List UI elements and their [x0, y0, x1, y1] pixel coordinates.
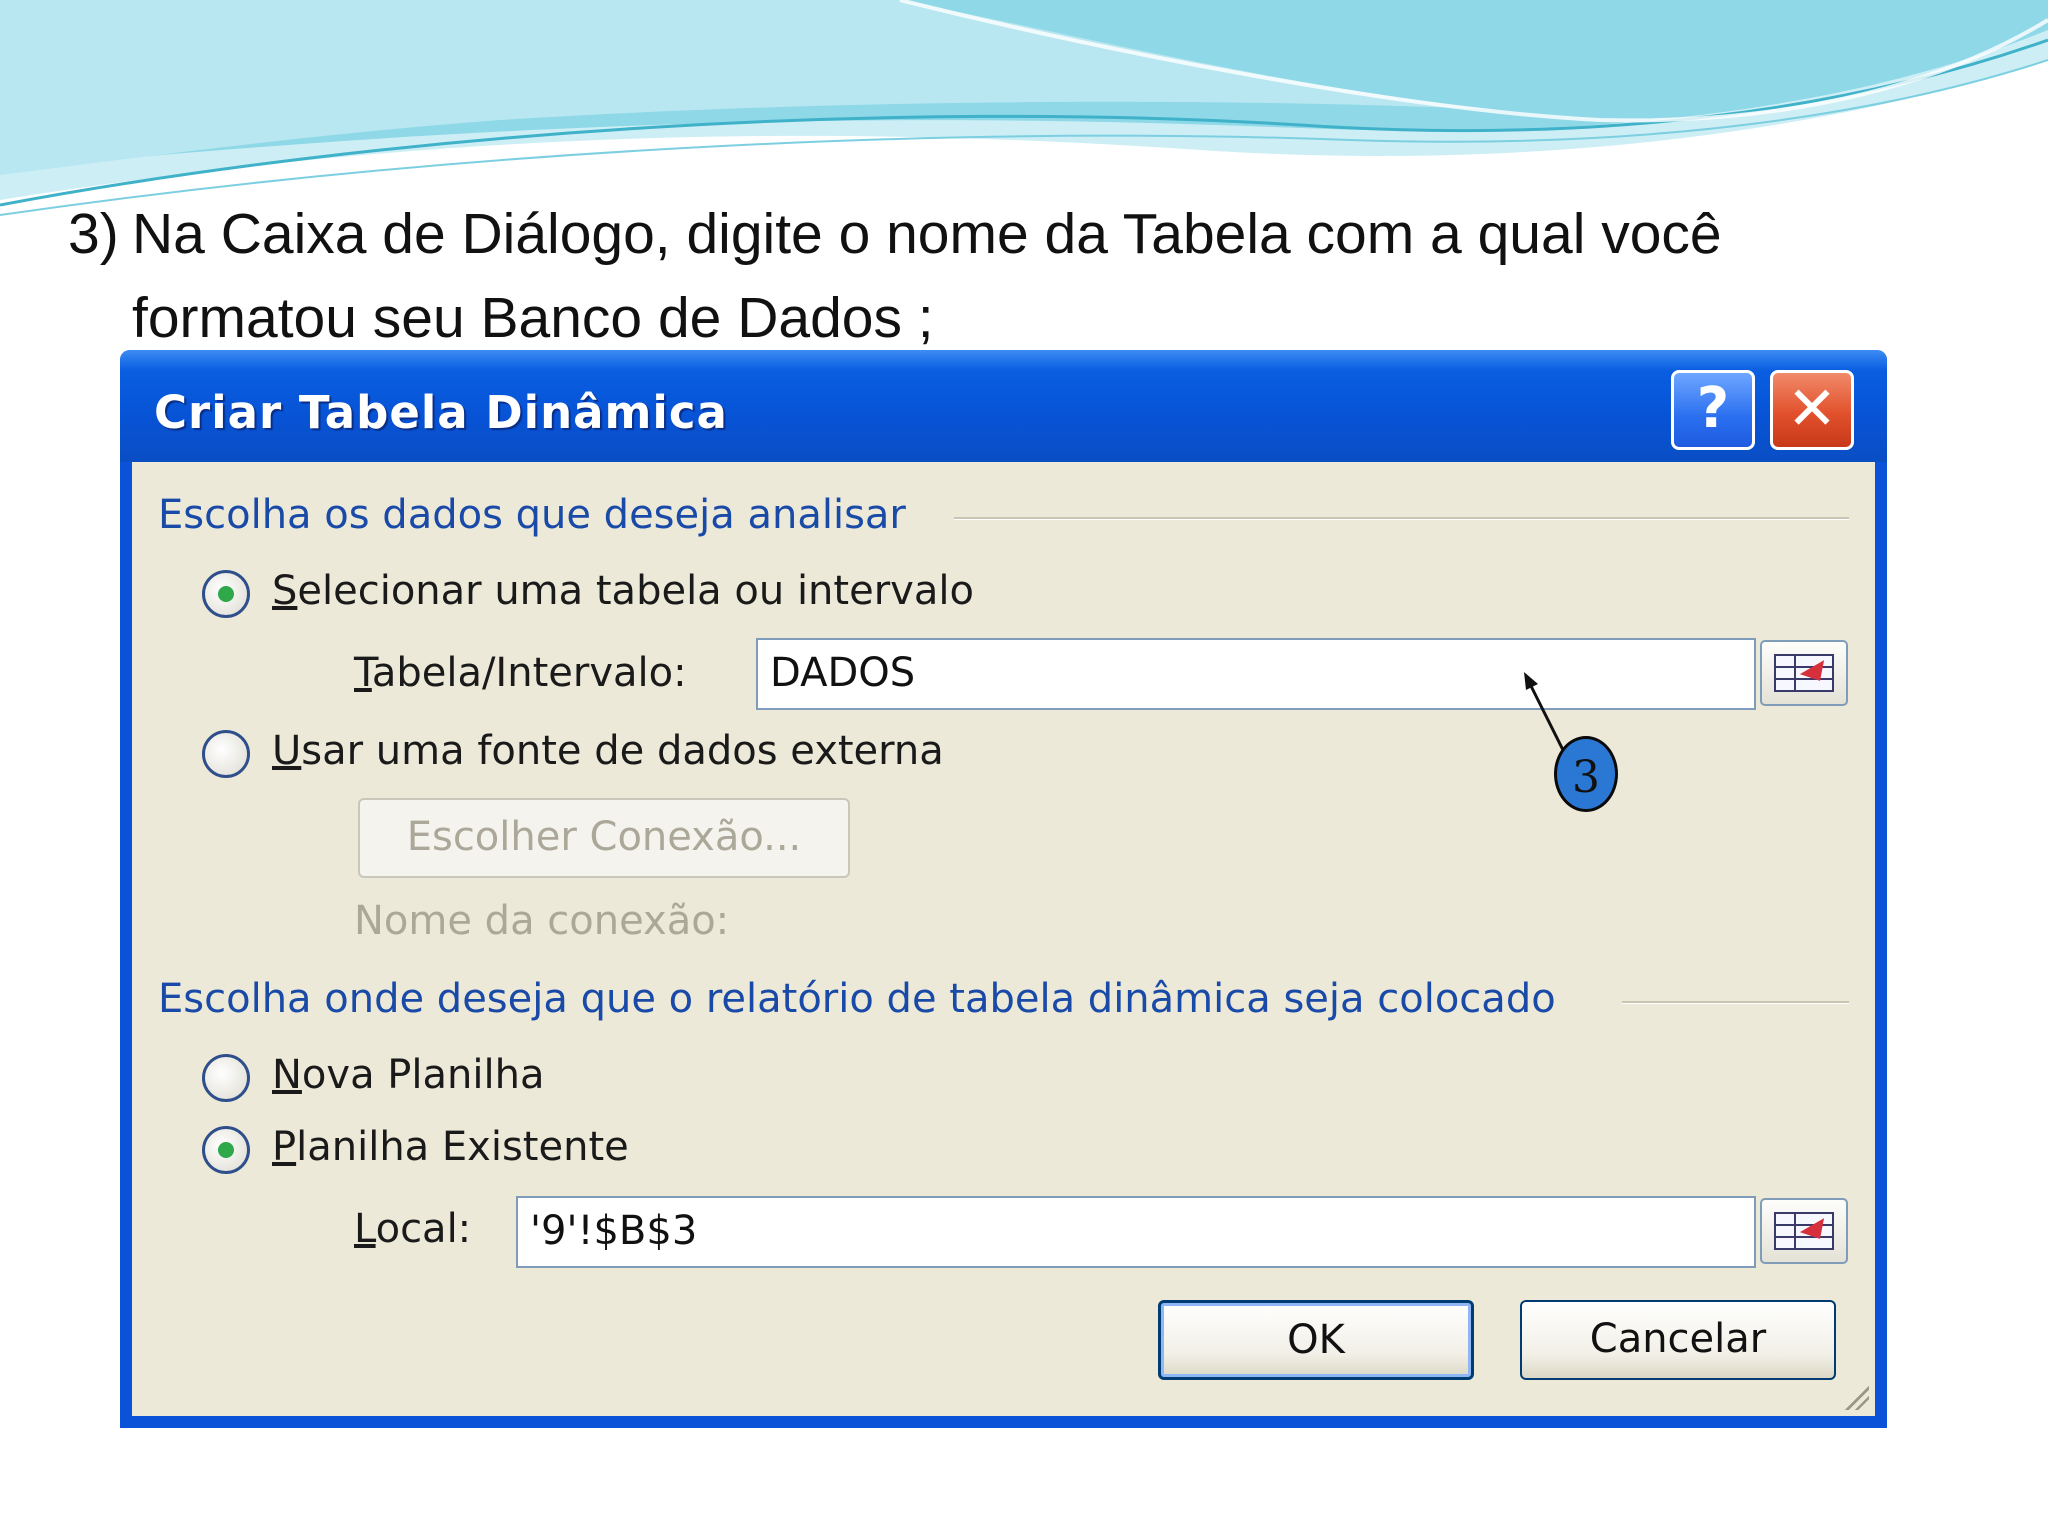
range-picker-icon[interactable] [1760, 1198, 1848, 1264]
location-input[interactable]: '9'!$B$3 [516, 1196, 1756, 1268]
help-icon[interactable]: ? [1671, 370, 1755, 450]
step-number: 3) [68, 202, 119, 266]
section-divider [1622, 1001, 1849, 1004]
dialog-title: Criar Tabela Dinâmica [154, 386, 728, 439]
close-icon[interactable]: ✕ [1770, 370, 1854, 450]
option-external-source-label[interactable]: Usar uma fonte de dados externa [272, 728, 944, 774]
create-pivot-table-dialog: Criar Tabela Dinâmica ? ✕ Escolha os dad… [120, 350, 1887, 1428]
option-existing-sheet-label[interactable]: Planilha Existente [272, 1124, 629, 1170]
dialog-body: Escolha os dados que deseja analisar Sel… [132, 462, 1875, 1416]
dialog-titlebar[interactable]: Criar Tabela Dinâmica ? ✕ [120, 350, 1887, 462]
section-choose-data-label: Escolha os dados que deseja analisar [158, 492, 906, 538]
section-divider [954, 517, 1849, 520]
section-report-location-label: Escolha onde deseja que o relatório de t… [158, 976, 1556, 1022]
annotation-badge: 3 [1554, 736, 1618, 812]
location-label: Local: [354, 1206, 472, 1252]
range-picker-icon[interactable] [1760, 640, 1848, 706]
radio-existing-sheet[interactable] [202, 1126, 250, 1174]
connection-name-label: Nome da conexão: [354, 898, 730, 944]
radio-select-table[interactable] [202, 570, 250, 618]
instruction-text: Na Caixa de Diálogo, digite o nome da Ta… [132, 202, 1722, 350]
table-range-input[interactable]: DADOS [756, 638, 1756, 710]
choose-connection-button[interactable]: Escolher Conexão... [358, 798, 850, 878]
radio-new-sheet[interactable] [202, 1054, 250, 1102]
resize-grip-icon[interactable] [1839, 1380, 1869, 1410]
ok-button[interactable]: OK [1158, 1300, 1474, 1380]
instruction-text-block: 3) Na Caixa de Diálogo, digite o nome da… [68, 192, 1868, 360]
radio-external-source[interactable] [202, 730, 250, 778]
table-range-label: Tabela/Intervalo: [354, 650, 687, 696]
option-select-table-label[interactable]: Selecionar uma tabela ou intervalo [272, 568, 974, 614]
option-new-sheet-label[interactable]: Nova Planilha [272, 1052, 544, 1098]
cancel-button[interactable]: Cancelar [1520, 1300, 1836, 1380]
